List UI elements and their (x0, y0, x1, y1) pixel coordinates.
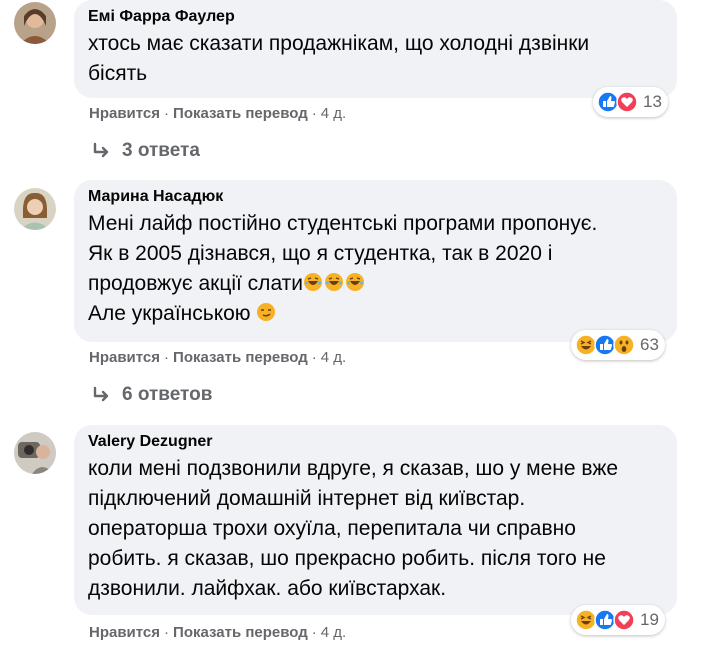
comment-text-line: операторша трохи охуїла, перепитала чи с… (88, 517, 576, 540)
comment-text: Мені лайф постійно студентські програми … (88, 209, 663, 329)
comment-bubble: Valery Dezugner коли мені подзвонили вдр… (74, 425, 677, 615)
comment-time[interactable]: 4 д. (321, 105, 346, 122)
comment-bubble: Марина Насадюк Мені лайф постійно студен… (74, 180, 677, 342)
comment-text-line: коли мені подзвонили вдруге, я сказав, ш… (88, 457, 619, 480)
view-replies-button[interactable]: 6 ответов (92, 384, 212, 406)
comment-text-line: хтось має сказати продажнікам, що холодн… (88, 32, 590, 55)
comment-actions: Нравится · Показать перевод · 4 д. (89, 348, 346, 368)
rofl-emoji-icon (346, 273, 365, 291)
love-icon (613, 609, 635, 631)
smirk-emoji-icon (257, 303, 276, 321)
show-translation-button[interactable]: Показать перевод (173, 624, 308, 641)
comment-author[interactable]: Valery Dezugner (88, 432, 663, 452)
separator: · (164, 105, 170, 122)
comment-time[interactable]: 4 д. (321, 349, 346, 366)
comment-text-line-with-emoji: продовжує акції слати (88, 269, 663, 299)
avatar[interactable] (14, 188, 56, 230)
reaction-count: 13 (643, 92, 662, 111)
show-translation-button[interactable]: Показать перевод (173, 349, 308, 366)
separator: · (311, 349, 317, 366)
reaction-count: 19 (640, 610, 659, 629)
like-button[interactable]: Нравится (89, 105, 160, 122)
reaction-summary[interactable]: 63 (571, 330, 665, 360)
comment-text-line-with-emoji: Але українською (88, 299, 663, 329)
like-button[interactable]: Нравится (89, 349, 160, 366)
comment-text: коли мені подзвонили вдруге, я сказав, ш… (88, 454, 663, 604)
replies-label: 3 ответа (122, 140, 200, 161)
love-icon (616, 91, 638, 113)
like-button[interactable]: Нравится (89, 624, 160, 641)
separator: · (164, 349, 170, 366)
comment-text-line: підключений домашній інтернет від київст… (88, 487, 526, 510)
comment-author[interactable]: Марина Насадюк (88, 187, 663, 207)
comment-actions: Нравится · Показать перевод · 4 д. (89, 623, 346, 643)
comment-text-line: дзвонили. лайфхак. або київстархак. (88, 577, 447, 600)
comment-text-segment: Але українською (88, 302, 257, 325)
comment-actions: Нравится · Показать перевод · 4 д. (89, 104, 346, 124)
reaction-summary[interactable]: 19 (571, 605, 665, 635)
comment-author[interactable]: Емі Фарра Фаулер (88, 7, 663, 27)
comment-text-line: бісять (88, 62, 148, 85)
reply-arrow-icon (93, 386, 109, 402)
comment-time[interactable]: 4 д. (321, 624, 346, 641)
wow-icon (613, 334, 635, 356)
view-replies-button[interactable]: 3 ответа (92, 140, 200, 162)
show-translation-button[interactable]: Показать перевод (173, 105, 308, 122)
avatar[interactable] (14, 432, 56, 474)
rofl-emoji-icon (304, 273, 323, 291)
comment-text-line: Мені лайф постійно студентські програми … (88, 212, 598, 235)
reaction-summary[interactable]: 13 (593, 87, 668, 117)
separator: · (164, 624, 170, 641)
comment-text-line: робить. я сказав, шо прекрасно робить. п… (88, 547, 606, 570)
rofl-emoji-icon (325, 273, 344, 291)
separator: · (311, 624, 317, 641)
replies-label: 6 ответов (122, 384, 213, 405)
reaction-count: 63 (640, 335, 659, 354)
comment-text: хтось має сказати продажнікам, що холодн… (88, 29, 663, 89)
reply-arrow-icon (93, 142, 109, 158)
comment-text-line: Як в 2005 дізнався, що я студентка, так … (88, 242, 553, 265)
avatar[interactable] (14, 2, 56, 44)
comment-text-segment: продовжує акції слати (88, 272, 304, 295)
separator: · (311, 105, 317, 122)
comment-bubble: Емі Фарра Фаулер хтось має сказати прода… (74, 0, 677, 98)
